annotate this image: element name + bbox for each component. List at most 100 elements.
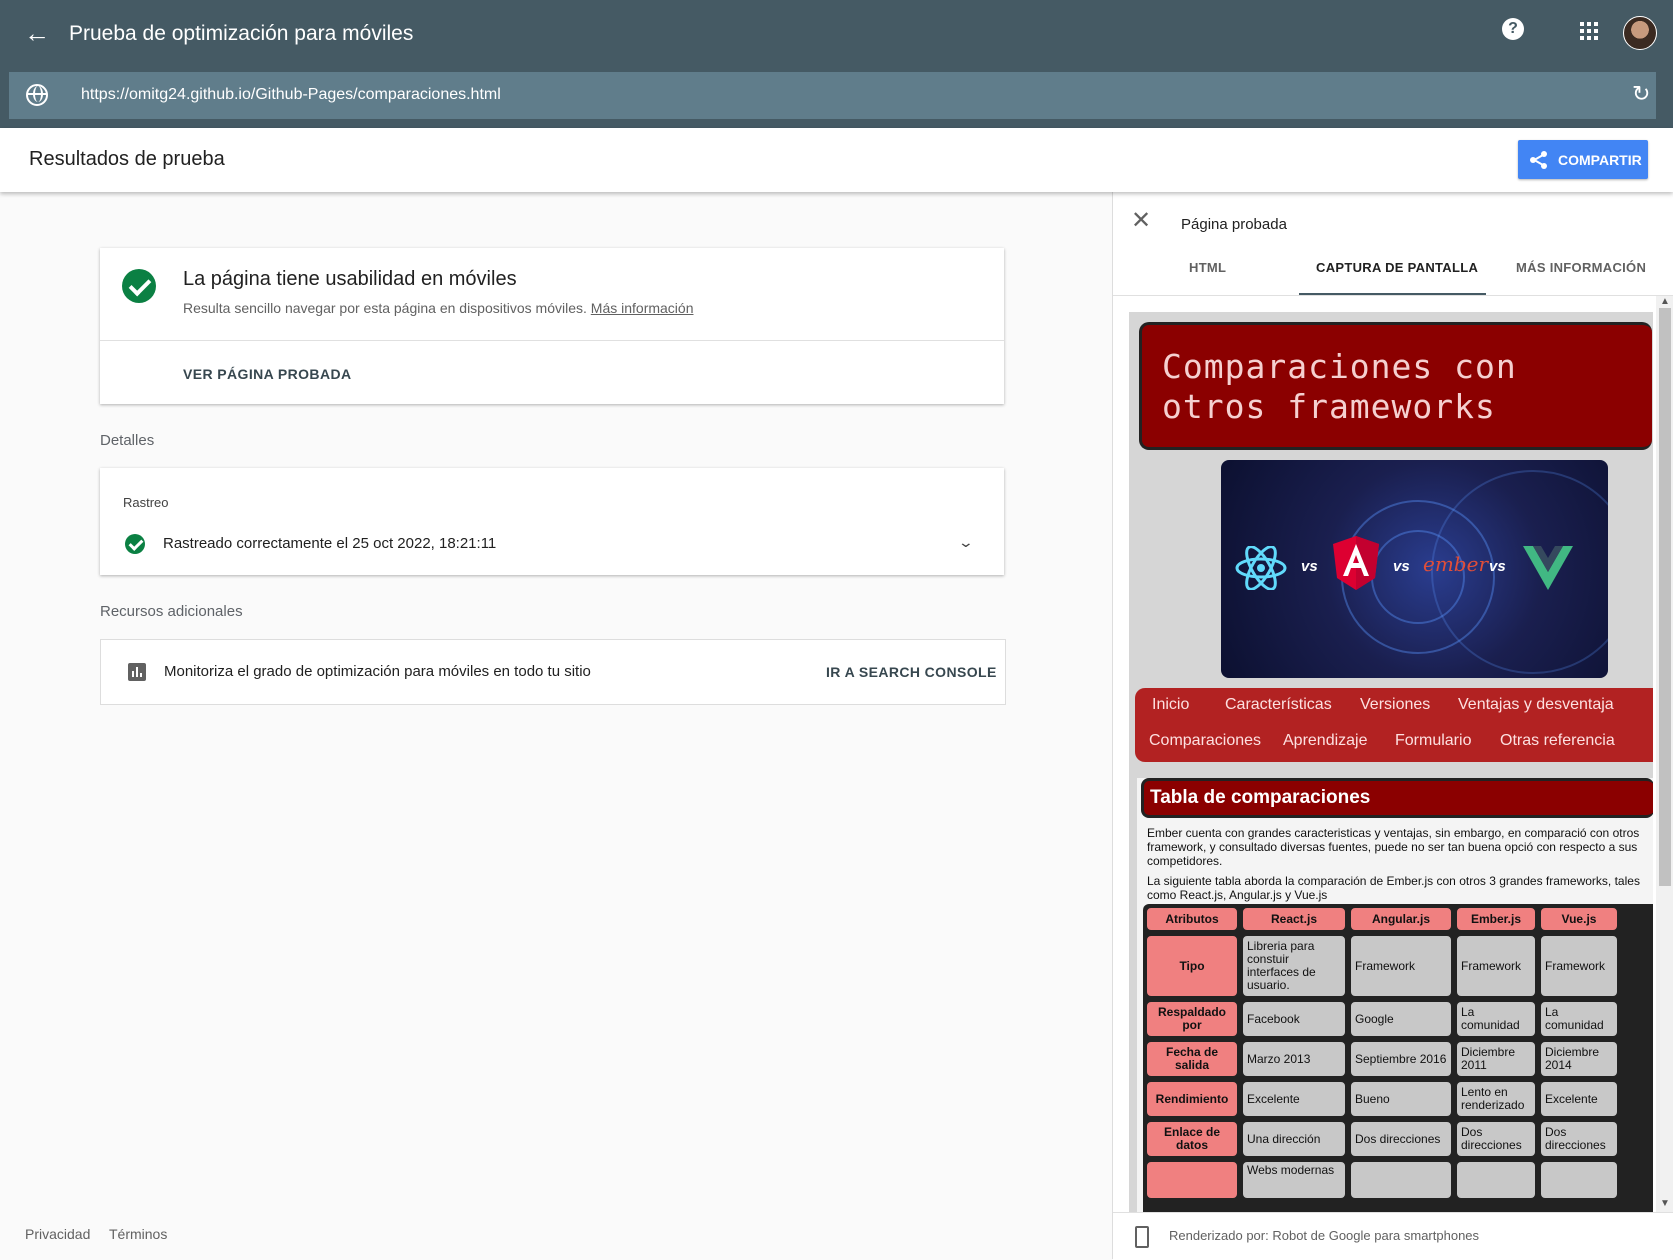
rendered-by-text: Renderizado por: Robot de Google para sm… xyxy=(1169,1228,1480,1243)
app-bar: ← Prueba de optimización para móviles ? … xyxy=(0,0,1673,128)
resources-label: Recursos adicionales xyxy=(100,603,243,620)
site-header: Comparaciones con otros frameworks xyxy=(1139,322,1652,450)
vue-logo-icon xyxy=(1523,546,1573,590)
globe-icon xyxy=(26,84,48,106)
check-circle-icon xyxy=(125,534,145,554)
table-header: Atributos xyxy=(1145,906,1239,932)
smartphone-icon xyxy=(1135,1226,1149,1248)
tab-more-info[interactable]: MÁS INFORMACIÓN xyxy=(1516,260,1646,275)
resources-card: Monitoriza el grado de optimización para… xyxy=(100,639,1006,705)
table-cell: Excelente xyxy=(1539,1080,1619,1118)
section-header: Tabla de comparaciones xyxy=(1141,778,1653,818)
table-cell: Google xyxy=(1349,1000,1453,1038)
divider xyxy=(100,340,1004,341)
table-cell: Libreria para constuir interfaces de usu… xyxy=(1241,934,1347,998)
tab-screenshot[interactable]: CAPTURA DE PANTALLA xyxy=(1316,260,1478,275)
tab-html[interactable]: HTML xyxy=(1189,260,1226,275)
bar-chart-icon xyxy=(128,663,146,681)
more-info-link[interactable]: Más información xyxy=(591,300,694,316)
vs-label: vs xyxy=(1393,558,1410,575)
nav-link: Comparaciones xyxy=(1149,732,1262,749)
table-row-label: Fecha de salida xyxy=(1145,1040,1239,1078)
react-logo-icon xyxy=(1235,545,1287,591)
table-cell: Una dirección xyxy=(1241,1120,1347,1158)
site-title-line1: Comparaciones con xyxy=(1162,347,1517,386)
angular-logo-icon xyxy=(1333,536,1379,590)
scrollbar-thumb[interactable] xyxy=(1659,308,1671,886)
table-cell: Lento en renderizado xyxy=(1455,1080,1537,1118)
table-row-label: Tipo xyxy=(1145,934,1239,998)
nav-link: Versiones xyxy=(1360,696,1431,713)
results-title: Resultados de prueba xyxy=(29,148,225,170)
help-icon[interactable]: ? xyxy=(1502,18,1524,40)
table-cell: Dos direcciones xyxy=(1539,1120,1619,1158)
crawl-label: Rastreo xyxy=(123,495,169,510)
tested-url[interactable]: https://omitg24.github.io/Github-Pages/c… xyxy=(81,85,501,105)
table-cell: Excelente xyxy=(1241,1080,1347,1118)
table-row-label: Enlace de datos xyxy=(1145,1120,1239,1158)
paragraph: Ember cuenta con grandes caracteristicas… xyxy=(1147,826,1640,868)
crawl-status: Rastreado correctamente el 25 oct 2022, … xyxy=(163,535,497,552)
ember-logo-text: ember xyxy=(1423,552,1488,576)
table-cell: Framework xyxy=(1455,934,1537,998)
share-icon xyxy=(1530,150,1548,169)
site-title-line2: otros frameworks xyxy=(1162,387,1496,426)
share-label: COMPARTIR xyxy=(1558,151,1642,168)
table-cell: La comunidad xyxy=(1455,1000,1537,1038)
scroll-down-icon[interactable]: ▼ xyxy=(1660,1198,1670,1209)
vs-label: vs xyxy=(1301,558,1318,575)
privacy-link[interactable]: Privacidad xyxy=(25,1226,90,1242)
paragraph: La siguiente tabla aborda la comparación… xyxy=(1147,874,1640,902)
search-console-link[interactable]: IR A SEARCH CONSOLE xyxy=(826,664,997,680)
panel-title: Página probada xyxy=(1181,216,1287,233)
table-header: Ember.js xyxy=(1455,906,1537,932)
hero-image: vs vs ember vs xyxy=(1221,460,1608,678)
apps-grid-icon[interactable] xyxy=(1580,22,1598,40)
summary-card: La página tiene usabilidad en móviles Re… xyxy=(100,248,1004,404)
comparison-table: Atributos React.js Angular.js Ember.js V… xyxy=(1143,904,1653,1212)
table-cell: Framework xyxy=(1349,934,1453,998)
table-row-label: Rendimiento xyxy=(1145,1080,1239,1118)
usability-description: Resulta sencillo navegar por esta página… xyxy=(183,300,587,316)
screenshot-scrollbar[interactable]: ▲ ▼ xyxy=(1656,296,1673,1212)
site-nav: Inicio Características Versiones Ventaja… xyxy=(1135,688,1653,762)
vs-label: vs xyxy=(1489,558,1506,575)
table-cell: Dos direcciones xyxy=(1455,1120,1537,1158)
url-bar: https://omitg24.github.io/Github-Pages/c… xyxy=(9,72,1656,119)
table-cell: Facebook xyxy=(1241,1000,1347,1038)
nav-link: Otras referencia xyxy=(1500,732,1615,749)
nav-link: Formulario xyxy=(1395,732,1472,749)
resources-text: Monitoriza el grado de optimización para… xyxy=(164,663,591,680)
table-cell xyxy=(1349,1160,1453,1200)
scroll-up-icon[interactable]: ▲ xyxy=(1660,296,1670,307)
terms-link[interactable]: Términos xyxy=(109,1226,167,1242)
share-button[interactable]: COMPARTIR xyxy=(1518,140,1648,179)
chevron-down-icon[interactable]: ⌄ xyxy=(958,534,974,551)
table-cell: Dos direcciones xyxy=(1349,1120,1453,1158)
close-icon[interactable]: ✕ xyxy=(1131,206,1151,235)
usability-heading: La página tiene usabilidad en móviles xyxy=(183,268,517,290)
nav-link: Ventajas y desventaja xyxy=(1458,696,1614,713)
avatar[interactable] xyxy=(1623,16,1657,50)
crawl-card[interactable]: Rastreo Rastreado correctamente el 25 oc… xyxy=(100,468,1004,575)
details-label: Detalles xyxy=(100,432,155,449)
table-header: Vue.js xyxy=(1539,906,1619,932)
divider xyxy=(1113,295,1673,296)
reload-icon[interactable]: ↻ xyxy=(1632,82,1650,106)
table-header: React.js xyxy=(1241,906,1347,932)
table-cell: Diciembre 2014 xyxy=(1539,1040,1619,1078)
table-cell xyxy=(1455,1160,1537,1200)
table-cell: Webs modernas xyxy=(1241,1160,1347,1200)
table-cell: La comunidad xyxy=(1539,1000,1619,1038)
nav-link: Inicio xyxy=(1152,696,1190,713)
table-row-label: Respaldado por xyxy=(1145,1000,1239,1038)
section-title: Tabla de comparaciones xyxy=(1150,787,1371,808)
table-cell: Marzo 2013 xyxy=(1241,1040,1347,1078)
nav-link: Características xyxy=(1225,696,1332,713)
table-row-label xyxy=(1145,1160,1239,1200)
app-title: Prueba de optimización para móviles xyxy=(69,22,414,45)
tested-page-panel: ✕ Página probada HTML CAPTURA DE PANTALL… xyxy=(1112,192,1673,1260)
view-tested-page-button[interactable]: VER PÁGINA PROBADA xyxy=(183,366,351,382)
back-arrow-icon[interactable]: ← xyxy=(22,18,52,48)
table-cell: Diciembre 2011 xyxy=(1455,1040,1537,1078)
